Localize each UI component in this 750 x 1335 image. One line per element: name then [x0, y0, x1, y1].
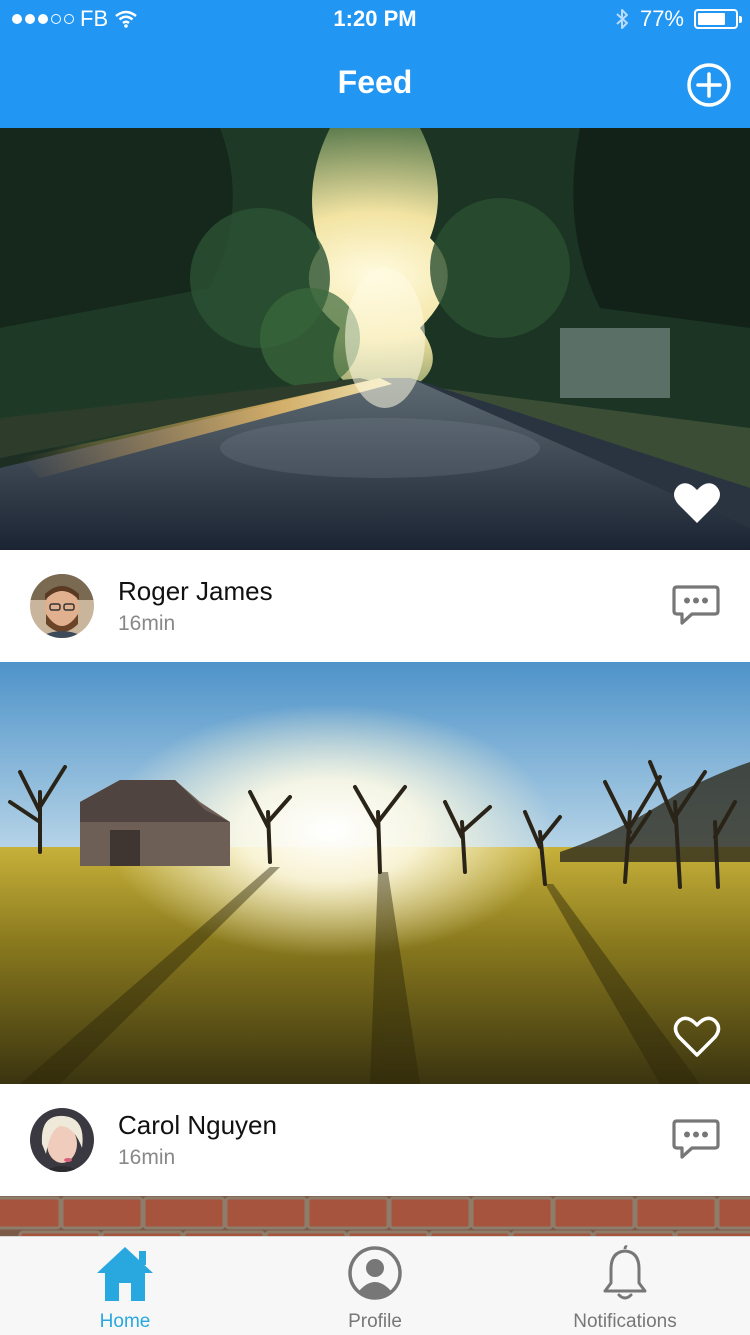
chat-bubble-icon — [672, 585, 720, 625]
plus-circle-icon — [687, 63, 731, 107]
tab-label: Profile — [348, 1311, 402, 1332]
avatar[interactable] — [30, 574, 94, 638]
tab-bar: Home Profile Notifications — [0, 1236, 750, 1335]
post-image[interactable] — [0, 128, 750, 550]
add-post-button[interactable] — [686, 62, 732, 108]
tab-label: Notifications — [573, 1311, 677, 1332]
brick-wall-photo — [0, 1196, 750, 1236]
road-photo — [0, 128, 750, 550]
comment-button[interactable] — [672, 1118, 720, 1162]
status-bar: FB 1:20 PM 77% — [0, 0, 750, 40]
comment-button[interactable] — [672, 584, 720, 628]
post-time: 16min — [118, 612, 176, 635]
bell-icon — [603, 1245, 647, 1300]
nav-bar: Feed — [0, 40, 750, 128]
tab-notifications[interactable]: Notifications — [500, 1237, 750, 1335]
post-time: 16min — [118, 1146, 176, 1169]
meadow-photo — [0, 662, 750, 1084]
like-button[interactable] — [672, 1014, 722, 1060]
chat-bubble-icon — [672, 1119, 720, 1159]
tab-profile[interactable]: Profile — [250, 1237, 500, 1335]
feed-list[interactable]: Roger James 16min Carol Nguyen 16min — [0, 128, 750, 1236]
tab-label: Home — [99, 1311, 151, 1332]
feed-post — [0, 1196, 750, 1236]
post-meta: Carol Nguyen 16min — [0, 1084, 750, 1196]
post-author[interactable]: Roger James — [118, 576, 273, 607]
avatar[interactable] — [30, 1108, 94, 1172]
bluetooth-icon — [616, 9, 628, 29]
feed-post: Carol Nguyen 16min — [0, 662, 750, 1196]
heart-filled-icon — [674, 483, 720, 523]
battery-percent: 77% — [639, 6, 684, 31]
post-image[interactable] — [0, 1196, 750, 1236]
post-image[interactable] — [0, 662, 750, 1084]
post-author[interactable]: Carol Nguyen — [118, 1110, 277, 1141]
post-meta: Roger James 16min — [0, 550, 750, 662]
profile-icon — [348, 1246, 402, 1300]
heart-outline-icon — [673, 1016, 721, 1057]
status-right: 77% — [614, 6, 742, 32]
page-title: Feed — [337, 64, 413, 100]
tab-home[interactable]: Home — [0, 1237, 250, 1335]
feed-post: Roger James 16min — [0, 128, 750, 662]
battery-icon — [694, 9, 742, 29]
home-icon — [97, 1247, 153, 1301]
like-button[interactable] — [672, 480, 722, 526]
